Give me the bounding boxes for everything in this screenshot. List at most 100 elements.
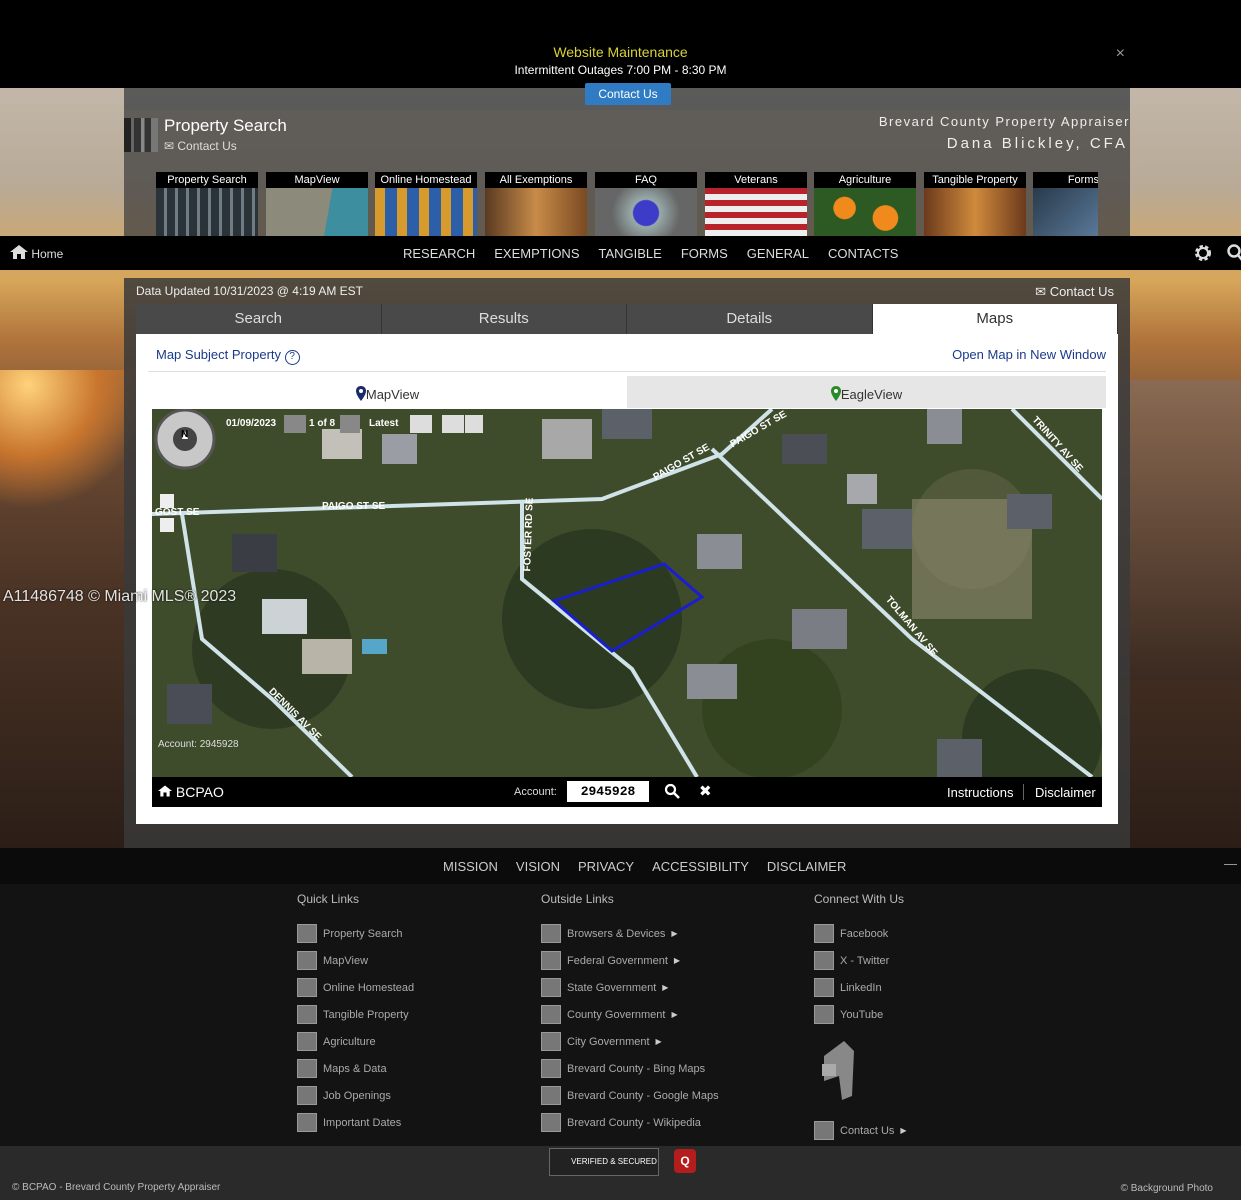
tile-agriculture[interactable]: Agriculture [814, 172, 916, 238]
site-header: Property Search ✉ Contact Us Brevard Cou… [124, 88, 1130, 238]
tile-forms[interactable]: Forms [1033, 172, 1098, 238]
tile-mapview[interactable]: MapView [266, 172, 368, 238]
footer-link[interactable]: Federal Government ▶ [541, 947, 719, 974]
footer-link[interactable]: Important Dates [297, 1109, 414, 1136]
nav-research[interactable]: RESEARCH [403, 246, 475, 261]
county-icon [541, 1005, 561, 1024]
footer-link[interactable]: Browsers & Devices ▶ [541, 920, 719, 947]
footer-link[interactable]: Tangible Property [297, 1001, 414, 1028]
tab-search[interactable]: Search [136, 304, 382, 334]
home-label: Home [31, 247, 64, 261]
search-icon[interactable] [1226, 243, 1241, 263]
logo[interactable] [124, 118, 158, 152]
footer-link[interactable]: Brevard County - Wikipedia [541, 1109, 719, 1136]
footer-link[interactable]: YouTube [814, 1001, 907, 1028]
copyright: © BCPAO - Brevard County Property Apprai… [12, 1182, 221, 1193]
link-label: County Government [567, 1008, 666, 1021]
footer-mission[interactable]: MISSION [443, 859, 498, 874]
godaddy-seal[interactable]: VERIFIED & SECURED [549, 1148, 659, 1176]
tile-online-homestead[interactable]: Online Homestead [375, 172, 477, 238]
footer-link[interactable]: Maps & Data [297, 1055, 414, 1082]
connect-title: Connect With Us [814, 892, 905, 906]
map-subject-link[interactable]: Map Subject Property ? [156, 347, 300, 365]
footer-link[interactable]: LinkedIn [814, 974, 907, 1001]
nav-exemptions[interactable]: EXEMPTIONS [494, 246, 579, 261]
map-latest-select[interactable]: Latest [369, 418, 398, 429]
footer-accessibility[interactable]: ACCESSIBILITY [652, 859, 749, 874]
bcpao-home-link[interactable]: BCPAO [158, 784, 224, 800]
site-title[interactable]: Property Search [164, 116, 287, 136]
nav-forms[interactable]: FORMS [681, 246, 728, 261]
footer-privacy[interactable]: PRIVACY [578, 859, 634, 874]
tile-label: FAQ [595, 172, 697, 188]
instructions-link[interactable]: Instructions [947, 785, 1013, 800]
link-label: YouTube [840, 1008, 884, 1021]
link-label: MapView [323, 954, 369, 967]
banner-contact-button[interactable]: Contact Us [585, 83, 671, 105]
help-icon[interactable]: ? [284, 350, 300, 365]
clear-icon[interactable]: ✖ [699, 782, 712, 800]
tile-veterans[interactable]: Veterans [705, 172, 807, 238]
nav-general[interactable]: GENERAL [747, 246, 809, 261]
footer-vision[interactable]: VISION [516, 859, 560, 874]
account-overlay: Account: 2945928 [158, 739, 239, 750]
home-link[interactable]: Home [10, 245, 63, 261]
tile-property-search[interactable]: Property Search [156, 172, 258, 238]
tile-label: Veterans [705, 172, 807, 188]
footer-link[interactable]: Brevard County - Google Maps [541, 1082, 719, 1109]
tab-results[interactable]: Results [381, 304, 627, 334]
footer-link[interactable]: Online Homestead [297, 974, 414, 1001]
tile-label: Online Homestead [375, 172, 477, 188]
tab-maps[interactable]: Maps [872, 304, 1118, 334]
footer-link[interactable]: County Government ▶ [541, 1001, 719, 1028]
footer-link[interactable]: Facebook [814, 920, 907, 947]
search-icon[interactable] [664, 783, 680, 799]
tab-bar: Search Results Details Maps [136, 304, 1118, 334]
header-contact-link[interactable]: ✉ Contact Us [164, 139, 237, 153]
background-photo-credit[interactable]: © Background Photo [1121, 1183, 1213, 1194]
gear-icon[interactable] [1193, 243, 1213, 263]
footer-link[interactable]: MapView [297, 947, 414, 974]
tile-tangible-property[interactable]: Tangible Property [924, 172, 1026, 238]
footer-link[interactable]: Agriculture [297, 1028, 414, 1055]
tile-faq[interactable]: FAQ [595, 172, 697, 238]
nav-tangible[interactable]: TANGIBLE [599, 246, 662, 261]
quick-tiles: Property Search MapView Online Homestead… [156, 172, 1098, 238]
q-seal-icon[interactable]: Q [674, 1149, 696, 1173]
youtube-icon [814, 1005, 834, 1024]
footer-link[interactable]: X - Twitter [814, 947, 907, 974]
footer-contact-link[interactable]: Contact Us ▶ [814, 1117, 907, 1144]
footer-link[interactable]: Brevard County - Bing Maps [541, 1055, 719, 1082]
banner-subtitle: Intermittent Outages 7:00 PM - 8:30 PM [514, 63, 727, 77]
nav-contacts[interactable]: CONTACTS [828, 246, 899, 261]
tab-details[interactable]: Details [627, 304, 873, 334]
disclaimer-link[interactable]: Disclaimer [1035, 785, 1096, 800]
chevron-right-icon: ▶ [662, 983, 669, 992]
aerial-map[interactable]: 01/09/2023 1 of 8 Latest N PAIGO ST SE P… [152, 409, 1102, 777]
chevron-right-icon: ▶ [655, 1037, 662, 1046]
link-label: Contact Us [840, 1124, 895, 1137]
footer-link[interactable]: City Government ▶ [541, 1028, 719, 1055]
subtab-mapview[interactable]: MapView [148, 376, 627, 408]
subtab-eagleview[interactable]: EagleView [627, 376, 1106, 408]
house-icon [297, 978, 317, 997]
content-contact-link[interactable]: ✉ Contact Us [1035, 284, 1114, 300]
subtab-label: EagleView [840, 387, 903, 402]
close-icon[interactable]: × [1116, 45, 1125, 63]
globe-icon [541, 924, 561, 943]
open-map-new-window[interactable]: Open Map in New Window [952, 347, 1106, 362]
collapse-icon[interactable]: — [1224, 856, 1237, 871]
maps-pane: Map Subject Property ? Open Map in New W… [136, 334, 1118, 824]
map-subject-label: Map Subject Property [156, 347, 282, 362]
footer-link[interactable]: State Government ▶ [541, 974, 719, 1001]
job-icon [297, 1086, 317, 1105]
footer-link[interactable]: Job Openings [297, 1082, 414, 1109]
footer-disclaimer[interactable]: DISCLAIMER [767, 859, 846, 874]
chevron-right-icon: ▶ [671, 1010, 678, 1019]
tile-all-exemptions[interactable]: All Exemptions [485, 172, 587, 238]
account-input[interactable]: 2945928 [567, 781, 649, 802]
watermark: A11486748 © Miami MLS® 2023 [3, 588, 237, 605]
chevron-right-icon: ▶ [900, 1126, 907, 1135]
footer-link[interactable]: Property Search [297, 920, 414, 947]
link-label: Tangible Property [323, 1008, 409, 1021]
